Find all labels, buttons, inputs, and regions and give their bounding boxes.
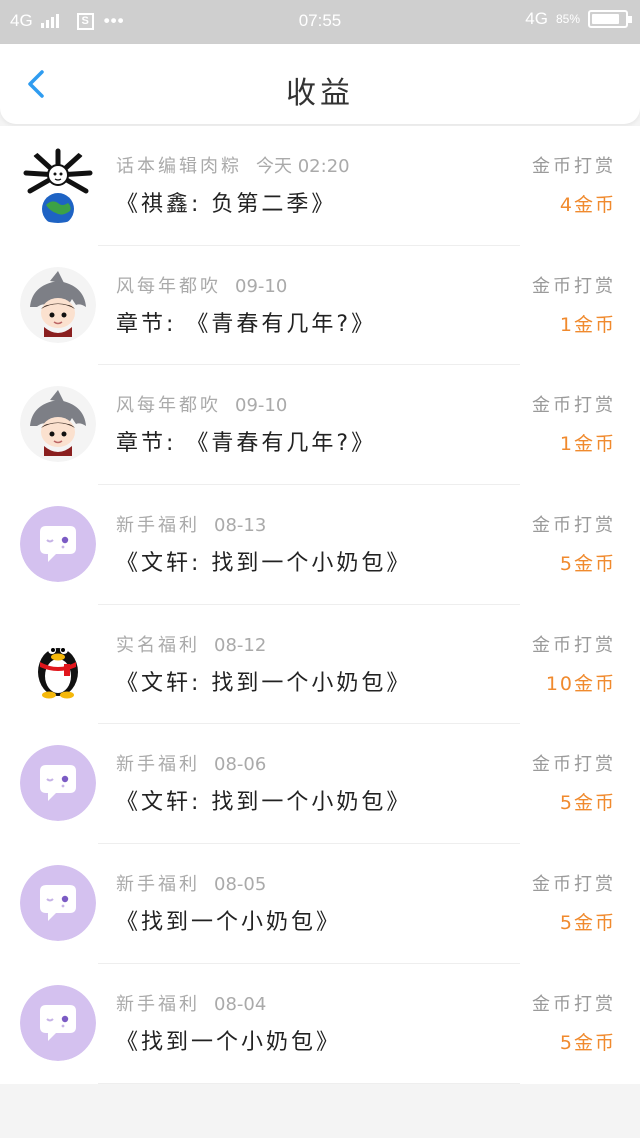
item-meta: 新手福利 08-04 [116,990,266,1016]
shark-hood-boy-avatar[interactable] [20,386,96,463]
status-right: 4G 85% [525,9,632,29]
item-meta: 新手福利 08-13 [116,511,266,537]
reward-type: 金币打赏 [532,634,616,656]
reward-amount: 5金币 [559,1031,616,1054]
reward-amount: 1金币 [559,313,616,336]
battery-icon [588,10,632,28]
purple-chat-bubble-avatar[interactable] [20,506,96,583]
reward-amount: 5金币 [559,912,616,935]
purple-chat-bubble-avatar[interactable] [20,745,96,822]
list-item-6[interactable]: 新手福利 08-06 《文轩: 找到一个小奶包》 金币打赏 5金币 [0,724,640,845]
item-meta: 新手福利 08-06 [116,750,266,776]
sender-name: 新手福利 [116,993,200,1015]
list-item-5[interactable]: 实名福利 08-12 《文轩: 找到一个小奶包》 金币打赏 10金币 [0,605,640,725]
battery-percent: 85% [555,12,580,26]
item-meta: 实名福利 08-12 [116,631,266,657]
reward-amount: 10金币 [545,672,616,695]
purple-chat-bubble-icon [20,984,96,1061]
earnings-list: 话本编辑肉粽 今天 02:20 《祺鑫: 负第二季》 金币打赏 4金币 风每年都吹… [0,126,640,1084]
network-label-right: 4G [525,9,548,28]
list-item-4[interactable]: 新手福利 08-13 《文轩: 找到一个小奶包》 金币打赏 5金币 [0,485,640,605]
item-title: 《文轩: 找到一个小奶包》 [116,551,412,577]
reward-type: 金币打赏 [532,754,616,776]
item-meta: 风每年都吹 09-10 [116,272,287,298]
list-item-2[interactable]: 风每年都吹 09-10 章节: 《青春有几年?》 金币打赏 1金币 [0,246,640,366]
item-date: 今天 02:20 [256,156,350,177]
item-date: 09-10 [235,395,288,417]
reward-type: 金币打赏 [532,874,616,896]
list-item-8[interactable]: 新手福利 08-04 《找到一个小奶包》 金币打赏 5金币 [0,964,640,1084]
list-item-3[interactable]: 风每年都吹 09-10 章节: 《青春有几年?》 金币打赏 1金币 [0,365,640,486]
item-title: 《找到一个小奶包》 [116,910,342,936]
purple-chat-bubble-icon [20,745,96,822]
reward-type: 金币打赏 [532,515,616,537]
sender-name: 风每年都吹 [116,275,221,297]
sender-name: 话本编辑肉粽 [116,156,242,177]
reward-amount: 5金币 [559,792,616,815]
status-bar: 4G S ••• 07:55 4G 85% [0,0,640,44]
reward-type: 金币打赏 [532,993,616,1015]
purple-chat-bubble-icon [20,506,96,583]
reward-type: 金币打赏 [532,156,616,177]
item-meta: 新手福利 08-05 [116,870,266,896]
purple-chat-bubble-avatar[interactable] [20,865,96,942]
sender-name: 新手福利 [116,874,200,896]
item-title: 《找到一个小奶包》 [116,1029,342,1055]
qq-penguin-icon [20,625,96,702]
sender-name: 风每年都吹 [116,395,221,417]
item-title: 《祺鑫: 负第二季》 [116,192,337,217]
reward-type: 金币打赏 [532,395,616,417]
nav-bar: 收益 [0,44,640,124]
comic-hair-earth-avatar[interactable] [20,147,96,223]
shark-hood-boy-icon [20,266,96,343]
item-date: 08-04 [214,993,267,1015]
reward-amount: 1金币 [559,433,616,456]
item-date: 08-12 [214,634,267,656]
item-title: 《文轩: 找到一个小奶包》 [116,790,412,816]
item-date: 08-13 [214,515,267,537]
item-date: 09-10 [235,275,288,297]
item-title: 章节: 《青春有几年?》 [116,311,377,337]
sender-name: 新手福利 [116,754,200,776]
divider [98,1082,520,1084]
item-date: 08-06 [214,754,267,776]
item-date: 08-05 [214,874,267,896]
page-title: 收益 [286,76,354,111]
reward-type: 金币打赏 [532,275,616,297]
reward-amount: 4金币 [559,194,616,216]
sender-name: 实名福利 [116,634,200,656]
list-item-1[interactable]: 话本编辑肉粽 今天 02:20 《祺鑫: 负第二季》 金币打赏 4金币 [0,126,640,246]
battery-fill [592,14,620,24]
reward-amount: 5金币 [559,553,616,576]
sender-name: 新手福利 [116,515,200,537]
shark-hood-boy-avatar[interactable] [20,266,96,343]
purple-chat-bubble-avatar[interactable] [20,984,96,1061]
item-meta: 话本编辑肉粽 今天 02:20 [116,152,350,178]
shark-hood-boy-icon [20,386,96,463]
comic-hair-earth-icon [20,147,96,223]
purple-chat-bubble-icon [20,865,96,942]
qq-penguin-avatar[interactable] [20,625,96,702]
list-item-7[interactable]: 新手福利 08-05 《找到一个小奶包》 金币打赏 5金币 [0,844,640,964]
item-title: 章节: 《青春有几年?》 [116,431,377,457]
item-title: 《文轩: 找到一个小奶包》 [116,670,412,696]
item-meta: 风每年都吹 09-10 [116,391,287,417]
